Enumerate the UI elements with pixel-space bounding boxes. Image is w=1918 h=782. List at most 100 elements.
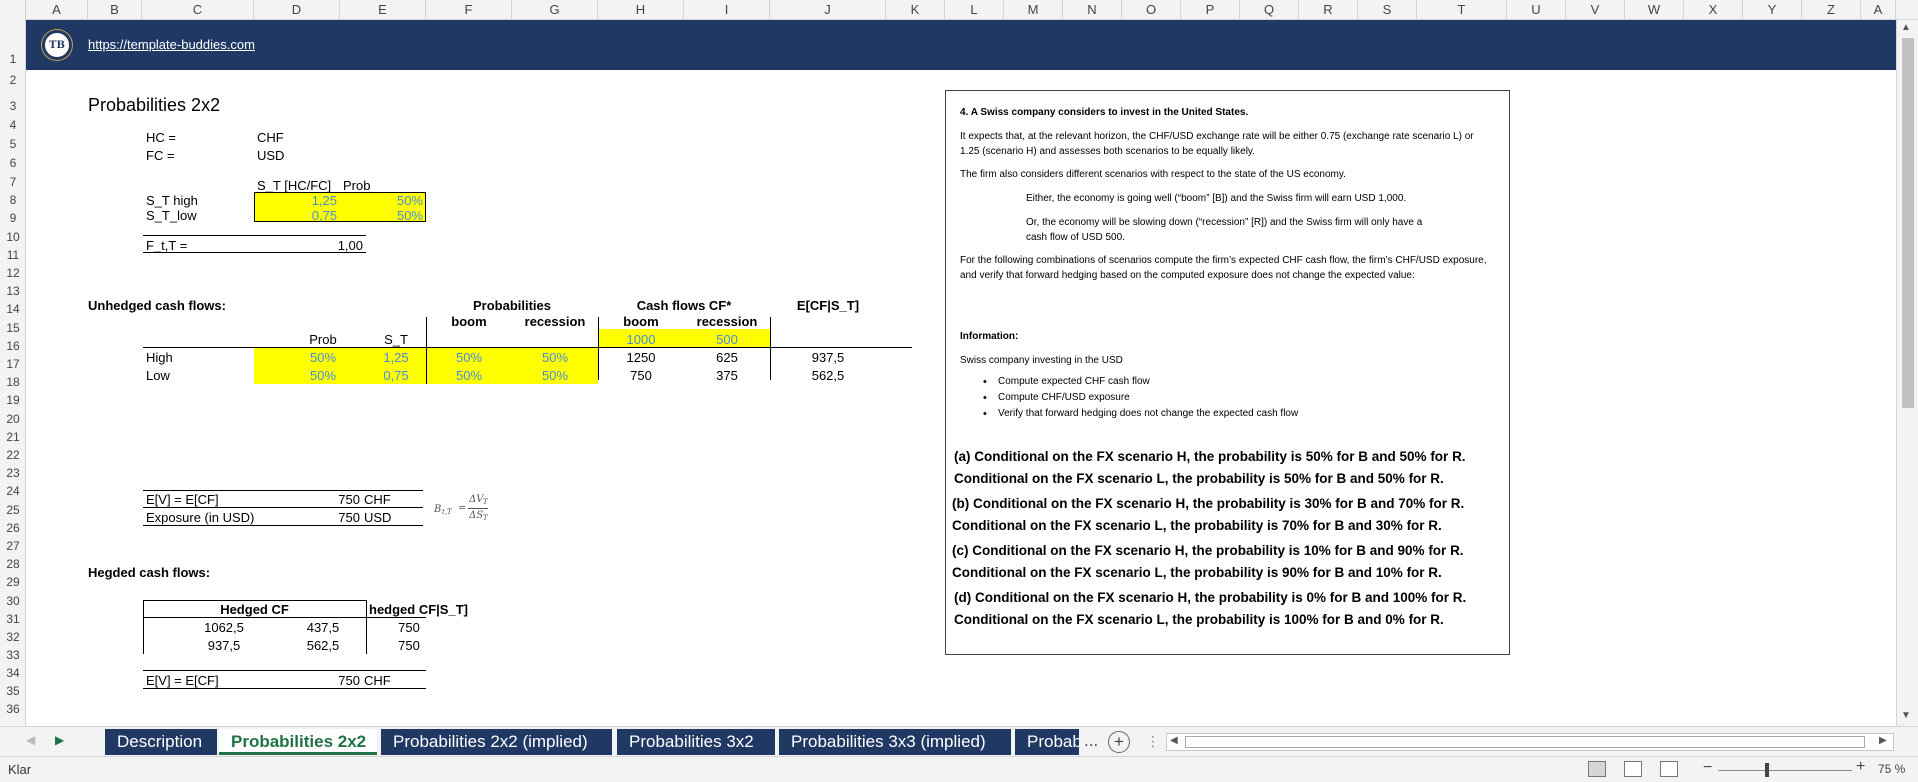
tab-probabilities-3x2[interactable]: Probabilities 3x2 [617,729,775,755]
st-low-value[interactable]: 0,75 [257,208,337,223]
column-header[interactable]: P [1181,0,1240,20]
row-header[interactable]: 29 [0,575,25,589]
zoom-slider-thumb[interactable] [1765,763,1769,777]
zoom-level[interactable]: 75 % [1878,762,1905,776]
tab-probab-truncated[interactable]: Probab [1015,729,1079,755]
cf-boom-input[interactable]: 1000 [598,332,684,347]
row-header[interactable]: 5 [0,137,25,151]
row-header[interactable]: 35 [0,684,25,698]
column-header[interactable]: Y [1743,0,1802,20]
column-header[interactable]: D [254,0,340,20]
column-header[interactable]: Z [1802,0,1861,20]
scroll-down-icon[interactable]: ▼ [1901,710,1911,721]
column-header[interactable]: E [340,0,426,20]
cf-recession-input[interactable]: 500 [684,332,770,347]
add-sheet-icon[interactable]: + [1108,731,1130,753]
column-header[interactable]: S [1358,0,1417,20]
column-header[interactable]: H [598,0,684,20]
column-header[interactable]: R [1299,0,1358,20]
tab-prev-icon[interactable]: ◀ [26,733,35,747]
column-header[interactable]: Q [1240,0,1299,20]
zoom-slider[interactable] [1718,770,1852,771]
page-break-icon[interactable] [1660,761,1678,777]
st-high-prob[interactable]: 50% [343,193,423,208]
problem-text-box[interactable]: 4. A Swiss company considers to invest i… [945,90,1510,655]
tab-description[interactable]: Description [105,729,217,755]
tab-probabilities-2x2-implied[interactable]: Probabilities 2x2 (implied) [381,729,612,755]
horizontal-scrollbar[interactable]: ◀ ▶ [1166,733,1894,751]
row-header[interactable]: 17 [0,357,25,371]
row-header[interactable]: 32 [0,630,25,644]
row-header[interactable]: 11 [0,248,25,262]
hscroll-thumb[interactable] [1185,736,1865,748]
column-header[interactable]: M [1004,0,1063,20]
row-header[interactable]: 33 [0,648,25,662]
tab-probabilities-2x2[interactable]: Probabilities 2x2 [219,729,377,755]
st-high-value[interactable]: 1,25 [257,193,337,208]
column-header[interactable]: I [684,0,770,20]
more-tabs-icon[interactable]: ... [1084,731,1098,751]
row-header[interactable]: 13 [0,284,25,298]
page-layout-icon[interactable] [1624,761,1642,777]
row-header[interactable]: 3 [0,99,25,113]
scroll-up-icon[interactable]: ▲ [1901,22,1911,33]
tab-next-icon[interactable]: ▶ [55,733,64,747]
column-header[interactable]: N [1063,0,1122,20]
row-header[interactable]: 18 [0,375,25,389]
row-header[interactable]: 23 [0,466,25,480]
normal-view-icon[interactable] [1588,761,1606,777]
column-header[interactable]: A [26,0,88,20]
row-header[interactable]: 20 [0,412,25,426]
row-header[interactable]: 34 [0,666,25,680]
row-header[interactable]: 36 [0,702,25,716]
column-header[interactable]: J [770,0,886,20]
row-header[interactable]: 26 [0,521,25,535]
row-header[interactable]: 4 [0,118,25,132]
tab-splitter-icon[interactable]: ⋮ [1146,733,1160,750]
zoom-in-icon[interactable]: + [1856,758,1865,776]
row-header[interactable]: 10 [0,230,25,244]
row-header[interactable]: 24 [0,484,25,498]
scroll-right-icon[interactable]: ▶ [1879,735,1887,746]
row-header[interactable]: 15 [0,321,25,335]
tab-probabilities-3x3-implied[interactable]: Probabilities 3x3 (implied) [779,729,1011,755]
column-header[interactable]: A [1861,0,1896,20]
vertical-scrollbar[interactable]: ▲ ▼ [1896,20,1918,726]
scroll-left-icon[interactable]: ◀ [1170,735,1178,746]
row-header[interactable]: 19 [0,393,25,407]
column-header[interactable]: L [945,0,1004,20]
column-header[interactable]: U [1507,0,1566,20]
worksheet[interactable]: TB https://template-buddies.com Probabil… [26,20,1896,726]
row-header[interactable]: 27 [0,539,25,553]
column-header[interactable]: O [1122,0,1181,20]
row-header[interactable]: 21 [0,430,25,444]
row-header[interactable]: 2 [0,73,25,87]
row-header[interactable]: 31 [0,612,25,626]
row-header[interactable]: 30 [0,594,25,608]
scroll-thumb[interactable] [1902,38,1914,408]
website-link[interactable]: https://template-buddies.com [88,37,255,52]
select-all-corner[interactable] [0,0,26,20]
column-header[interactable]: X [1684,0,1743,20]
row-header[interactable]: 6 [0,156,25,170]
row-header[interactable]: 1 [0,52,25,66]
row-header[interactable]: 12 [0,266,25,280]
st-low-prob[interactable]: 50% [343,208,423,223]
row-header[interactable]: 22 [0,448,25,462]
column-header[interactable]: C [142,0,254,20]
row-header[interactable]: 14 [0,302,25,316]
row-header[interactable]: 16 [0,339,25,353]
column-header[interactable]: B [88,0,142,20]
zoom-out-icon[interactable]: − [1703,759,1712,777]
column-header[interactable]: F [426,0,512,20]
row-header[interactable]: 8 [0,193,25,207]
column-header[interactable]: V [1566,0,1625,20]
row-header[interactable]: 7 [0,175,25,189]
column-header[interactable]: G [512,0,598,20]
row-header[interactable]: 28 [0,557,25,571]
row-header[interactable]: 9 [0,211,25,225]
column-header[interactable]: W [1625,0,1684,20]
row-header[interactable]: 25 [0,503,25,517]
column-header[interactable]: K [886,0,945,20]
column-header[interactable]: T [1417,0,1507,20]
